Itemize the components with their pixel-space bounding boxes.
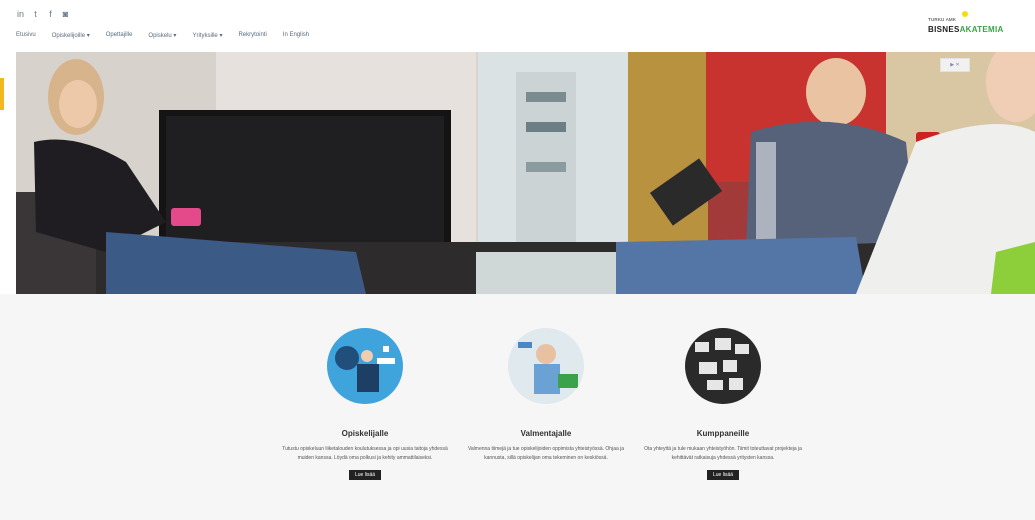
card-partners-title: Kumppaneille — [696, 429, 750, 438]
twitter-icon[interactable]: t — [31, 10, 40, 19]
nav-item-english[interactable]: In English — [283, 32, 309, 39]
logo-brand-part2: AKATEMIA — [959, 25, 1004, 34]
nav-item-studies[interactable]: Opiskelu ▾ — [148, 32, 176, 39]
card-students-title: Opiskelijalle — [341, 429, 389, 438]
side-accent-bar — [0, 78, 4, 110]
hero-illustration — [16, 52, 1035, 294]
hero-image — [16, 52, 1035, 294]
nav-item-companies[interactable]: Yrityksille ▾ — [192, 32, 222, 39]
card-students-text: Tutustu opiskeluun liiketalouden koulutu… — [282, 446, 448, 461]
nav-item-students[interactable]: Opiskelijoille ▾ — [52, 32, 90, 39]
main-navigation: Etusivu Opiskelijoille ▾ Opettajille Opi… — [16, 32, 309, 39]
hero-ad-badge[interactable]: ▶ ✕ — [940, 58, 970, 72]
feature-cards: Opiskelijalle Tutustu opiskeluun liiketa… — [0, 294, 1035, 520]
card-students: Opiskelijalle Tutustu opiskeluun liiketa… — [280, 328, 450, 481]
card-partners-text: Ota yhteyttä ja tule mukaan yhteistyöhön… — [644, 446, 802, 461]
card-coaches-text: Valmenna tiimejä ja tue opiskelijoiden o… — [467, 446, 625, 461]
nav-item-teachers[interactable]: Opettajille — [106, 32, 133, 39]
logo-small-text: TURKU AMK — [928, 17, 957, 22]
card-partners: Kumppaneille Ota yhteyttä ja tule mukaan… — [638, 328, 808, 481]
social-links: in t f ◙ — [16, 10, 70, 19]
linkedin-icon[interactable]: in — [16, 10, 25, 19]
logo-brand: BISNESAKATEMIA — [928, 25, 1004, 34]
logo-sun-icon — [962, 11, 968, 17]
card-students-image — [327, 328, 403, 404]
site-logo[interactable]: TURKU AMK BISNESAKATEMIA — [922, 8, 1027, 42]
card-partners-image — [685, 328, 761, 404]
top-bar: in t f ◙ Etusivu Opiskelijoille ▾ Opetta… — [0, 0, 1035, 50]
card-students-button[interactable]: Lue lisää — [348, 470, 381, 480]
nav-item-home[interactable]: Etusivu — [16, 32, 36, 39]
facebook-icon[interactable]: f — [46, 10, 55, 19]
card-partners-button[interactable]: Lue lisää — [706, 470, 739, 480]
card-coaches-image — [508, 328, 584, 404]
card-coaches-title: Valmentajalle — [520, 429, 572, 438]
instagram-icon[interactable]: ◙ — [61, 10, 70, 19]
nav-item-recruitment[interactable]: Rekrytointi — [238, 32, 266, 39]
card-coaches: Valmentajalle Valmenna tiimejä ja tue op… — [461, 328, 631, 462]
logo-brand-part1: BISNES — [928, 25, 960, 34]
